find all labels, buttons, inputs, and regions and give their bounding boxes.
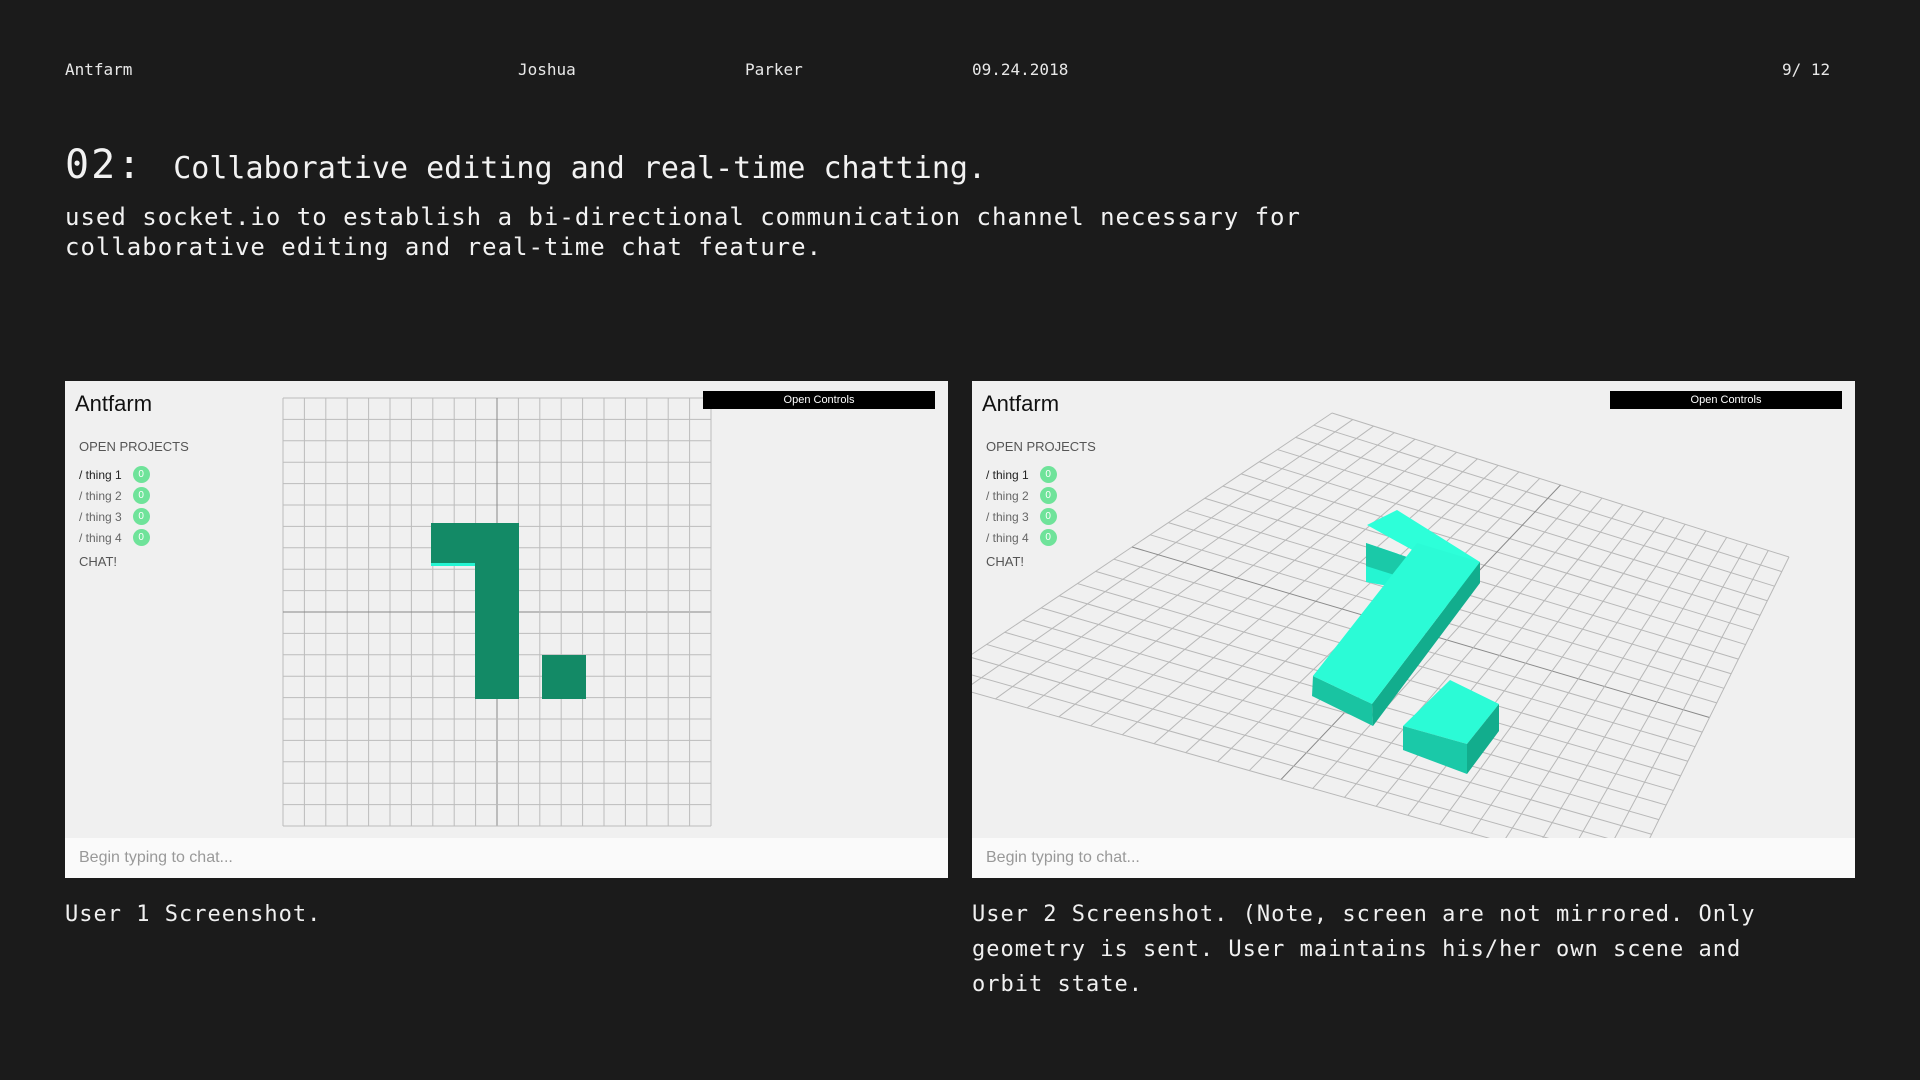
- user-count-badge: 0: [1039, 466, 1057, 483]
- project-item-thing-1[interactable]: / thing 1 0: [986, 464, 1096, 485]
- grid-3d-view[interactable]: [972, 381, 1855, 878]
- project-item-thing-3[interactable]: / thing 3 0: [986, 506, 1096, 527]
- app-logo: Antfarm: [75, 391, 153, 416]
- grid-line: [972, 674, 1638, 864]
- user-count-badge: 0: [132, 529, 150, 546]
- page-number: 9/ 12: [1782, 60, 1831, 79]
- user-count-badge: 0: [1039, 487, 1057, 504]
- grid-line: [1566, 543, 1748, 861]
- block-stem: [475, 523, 519, 699]
- user-count-badge: 0: [1039, 529, 1057, 546]
- caption-user2: User 2 Screenshot. (Note, screen are not…: [972, 902, 1756, 997]
- user1-screenshot-panel: Antfarm Open Controls OPEN PROJECTS / th…: [65, 381, 948, 878]
- section-number: 02:: [65, 142, 144, 188]
- app-logo: Antfarm: [982, 391, 1060, 416]
- header-first-name: Joshua: [518, 60, 576, 79]
- grid-line: [1534, 537, 1728, 852]
- project-item-thing-4[interactable]: / thing 4 0: [79, 527, 189, 548]
- project-label: / thing 3: [986, 509, 1029, 524]
- project-label: / thing 1: [986, 467, 1029, 482]
- header-last-name: Parker: [745, 60, 803, 79]
- chat-input[interactable]: [65, 838, 948, 878]
- header-date: 09.24.2018: [972, 60, 1069, 79]
- user-count-badge: 0: [132, 466, 150, 483]
- grid-2d-view[interactable]: [65, 381, 948, 878]
- project-label: / thing 1: [79, 467, 122, 482]
- project-sidebar: OPEN PROJECTS / thing 1 0 / thing 2 0 / …: [79, 439, 189, 569]
- project-label: / thing 3: [79, 509, 122, 524]
- project-sidebar: OPEN PROJECTS / thing 1 0 / thing 2 0 / …: [986, 439, 1096, 569]
- section-title-row: 02: Collaborative editing and real-time …: [65, 142, 986, 188]
- open-projects-heading: OPEN PROJECTS: [79, 439, 189, 454]
- project-label: / thing 4: [986, 530, 1029, 545]
- open-controls-button[interactable]: Open Controls: [703, 391, 935, 409]
- user-count-badge: 0: [132, 508, 150, 525]
- project-item-thing-4[interactable]: / thing 4 0: [986, 527, 1096, 548]
- project-item-thing-3[interactable]: / thing 3 0: [79, 506, 189, 527]
- open-projects-heading: OPEN PROJECTS: [986, 439, 1096, 454]
- user2-screenshot-panel: Antfarm Open Controls OPEN PROJECTS / th…: [972, 381, 1855, 878]
- chat-label[interactable]: CHAT!: [986, 554, 1096, 569]
- section-description: used socket.io to establish a bi-directi…: [65, 203, 1301, 261]
- caption-user1: User 1 Screenshot.: [65, 902, 322, 927]
- block-square: [542, 655, 586, 699]
- chat-input[interactable]: [972, 838, 1855, 878]
- project-item-thing-2[interactable]: / thing 2 0: [79, 485, 189, 506]
- user-count-badge: 0: [1039, 508, 1057, 525]
- project-label: / thing 4: [79, 530, 122, 545]
- project-item-thing-1[interactable]: / thing 1 0: [79, 464, 189, 485]
- user-count-badge: 0: [132, 487, 150, 504]
- grid-line: [1597, 550, 1769, 870]
- project-label: / thing 2: [986, 488, 1029, 503]
- chat-label[interactable]: CHAT!: [79, 554, 189, 569]
- section-title: Collaborative editing and real-time chat…: [173, 151, 987, 186]
- project-label: / thing 2: [79, 488, 122, 503]
- block-highlight: [431, 563, 475, 566]
- header-brand: Antfarm: [65, 60, 133, 79]
- open-controls-button[interactable]: Open Controls: [1610, 391, 1842, 409]
- project-item-thing-2[interactable]: / thing 2 0: [986, 485, 1096, 506]
